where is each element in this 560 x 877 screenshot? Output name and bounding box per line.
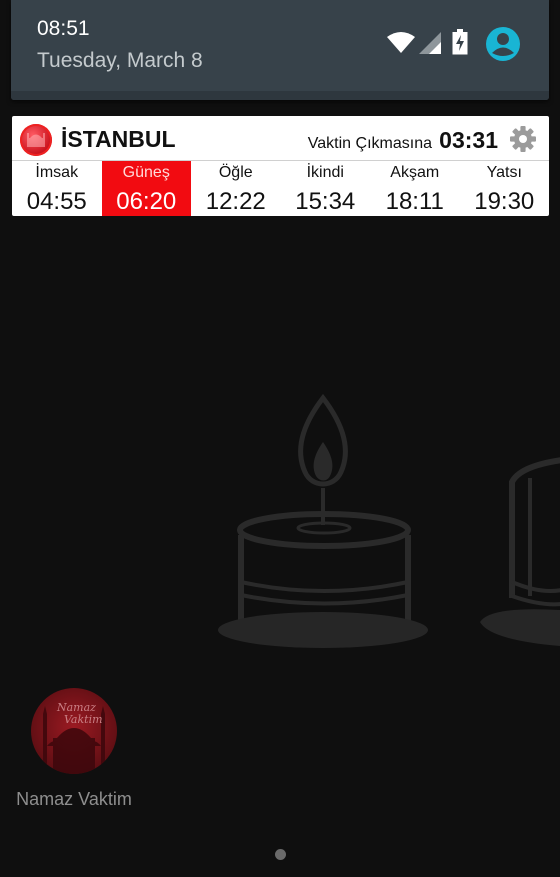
prayer-time: 12:22 (205, 188, 266, 215)
prayer-slot-ikindi[interactable]: İkindi 15:34 (281, 161, 371, 216)
mosque-logo-icon (20, 124, 52, 156)
candle-wallpaper (218, 393, 560, 648)
page-indicator-dot (275, 849, 286, 860)
prayer-slot-gunes[interactable]: Güneş 06:20 (101, 161, 191, 216)
prayer-times-widget[interactable]: İSTANBUL Vaktin Çıkmasına 03:31 İmsak 04… (12, 116, 549, 216)
countdown-value: 03:31 (439, 127, 498, 153)
app-logo-text: Namaz Vaktim (57, 701, 103, 726)
notification-shade-header[interactable]: 08:51 Tuesday, March 8 (11, 0, 549, 100)
battery-charging-icon[interactable] (452, 29, 468, 55)
wifi-icon[interactable] (387, 32, 415, 54)
namaz-vaktim-shortcut[interactable]: Namaz Vaktim Namaz Vaktim (0, 686, 148, 816)
status-date[interactable]: Tuesday, March 8 (37, 49, 203, 73)
prayer-name: İmsak (35, 164, 79, 181)
namaz-vaktim-app-icon[interactable]: Namaz Vaktim (31, 688, 117, 774)
prayer-slot-imsak[interactable]: İmsak 04:55 (12, 161, 102, 216)
cell-signal-icon[interactable] (419, 32, 441, 54)
prayer-name: Öğle (218, 164, 253, 181)
prayer-name: Akşam (390, 164, 440, 181)
gear-icon[interactable] (510, 126, 536, 152)
countdown-label: Vaktin Çıkmasına (307, 135, 432, 152)
prayer-time: 19:30 (474, 188, 535, 215)
city-name: İSTANBUL (61, 126, 176, 152)
prayer-time: 15:34 (295, 188, 356, 215)
prayer-time: 18:11 (385, 188, 444, 215)
prayer-slot-yatsi[interactable]: Yatsı 19:30 (460, 161, 550, 216)
prayer-times-row: İmsak 04:55 Güneş 06:20 Öğle 12:22 İkind… (12, 161, 549, 216)
prayer-name: Yatsı (486, 164, 522, 181)
prayer-time: 06:20 (116, 188, 177, 215)
prayer-slot-ogle[interactable]: Öğle 12:22 (191, 161, 281, 216)
prayer-time: 04:55 (26, 188, 87, 215)
prayer-name: Güneş (122, 164, 170, 181)
status-clock: 08:51 (37, 17, 90, 40)
prayer-name: İkindi (306, 164, 344, 181)
prayer-slot-aksam[interactable]: Akşam 18:11 (370, 161, 460, 216)
widget-header: İSTANBUL Vaktin Çıkmasına 03:31 (12, 116, 549, 161)
shade-bottom-strip (11, 91, 549, 100)
user-avatar-icon[interactable] (485, 26, 521, 62)
shortcut-label: Namaz Vaktim (16, 789, 132, 809)
